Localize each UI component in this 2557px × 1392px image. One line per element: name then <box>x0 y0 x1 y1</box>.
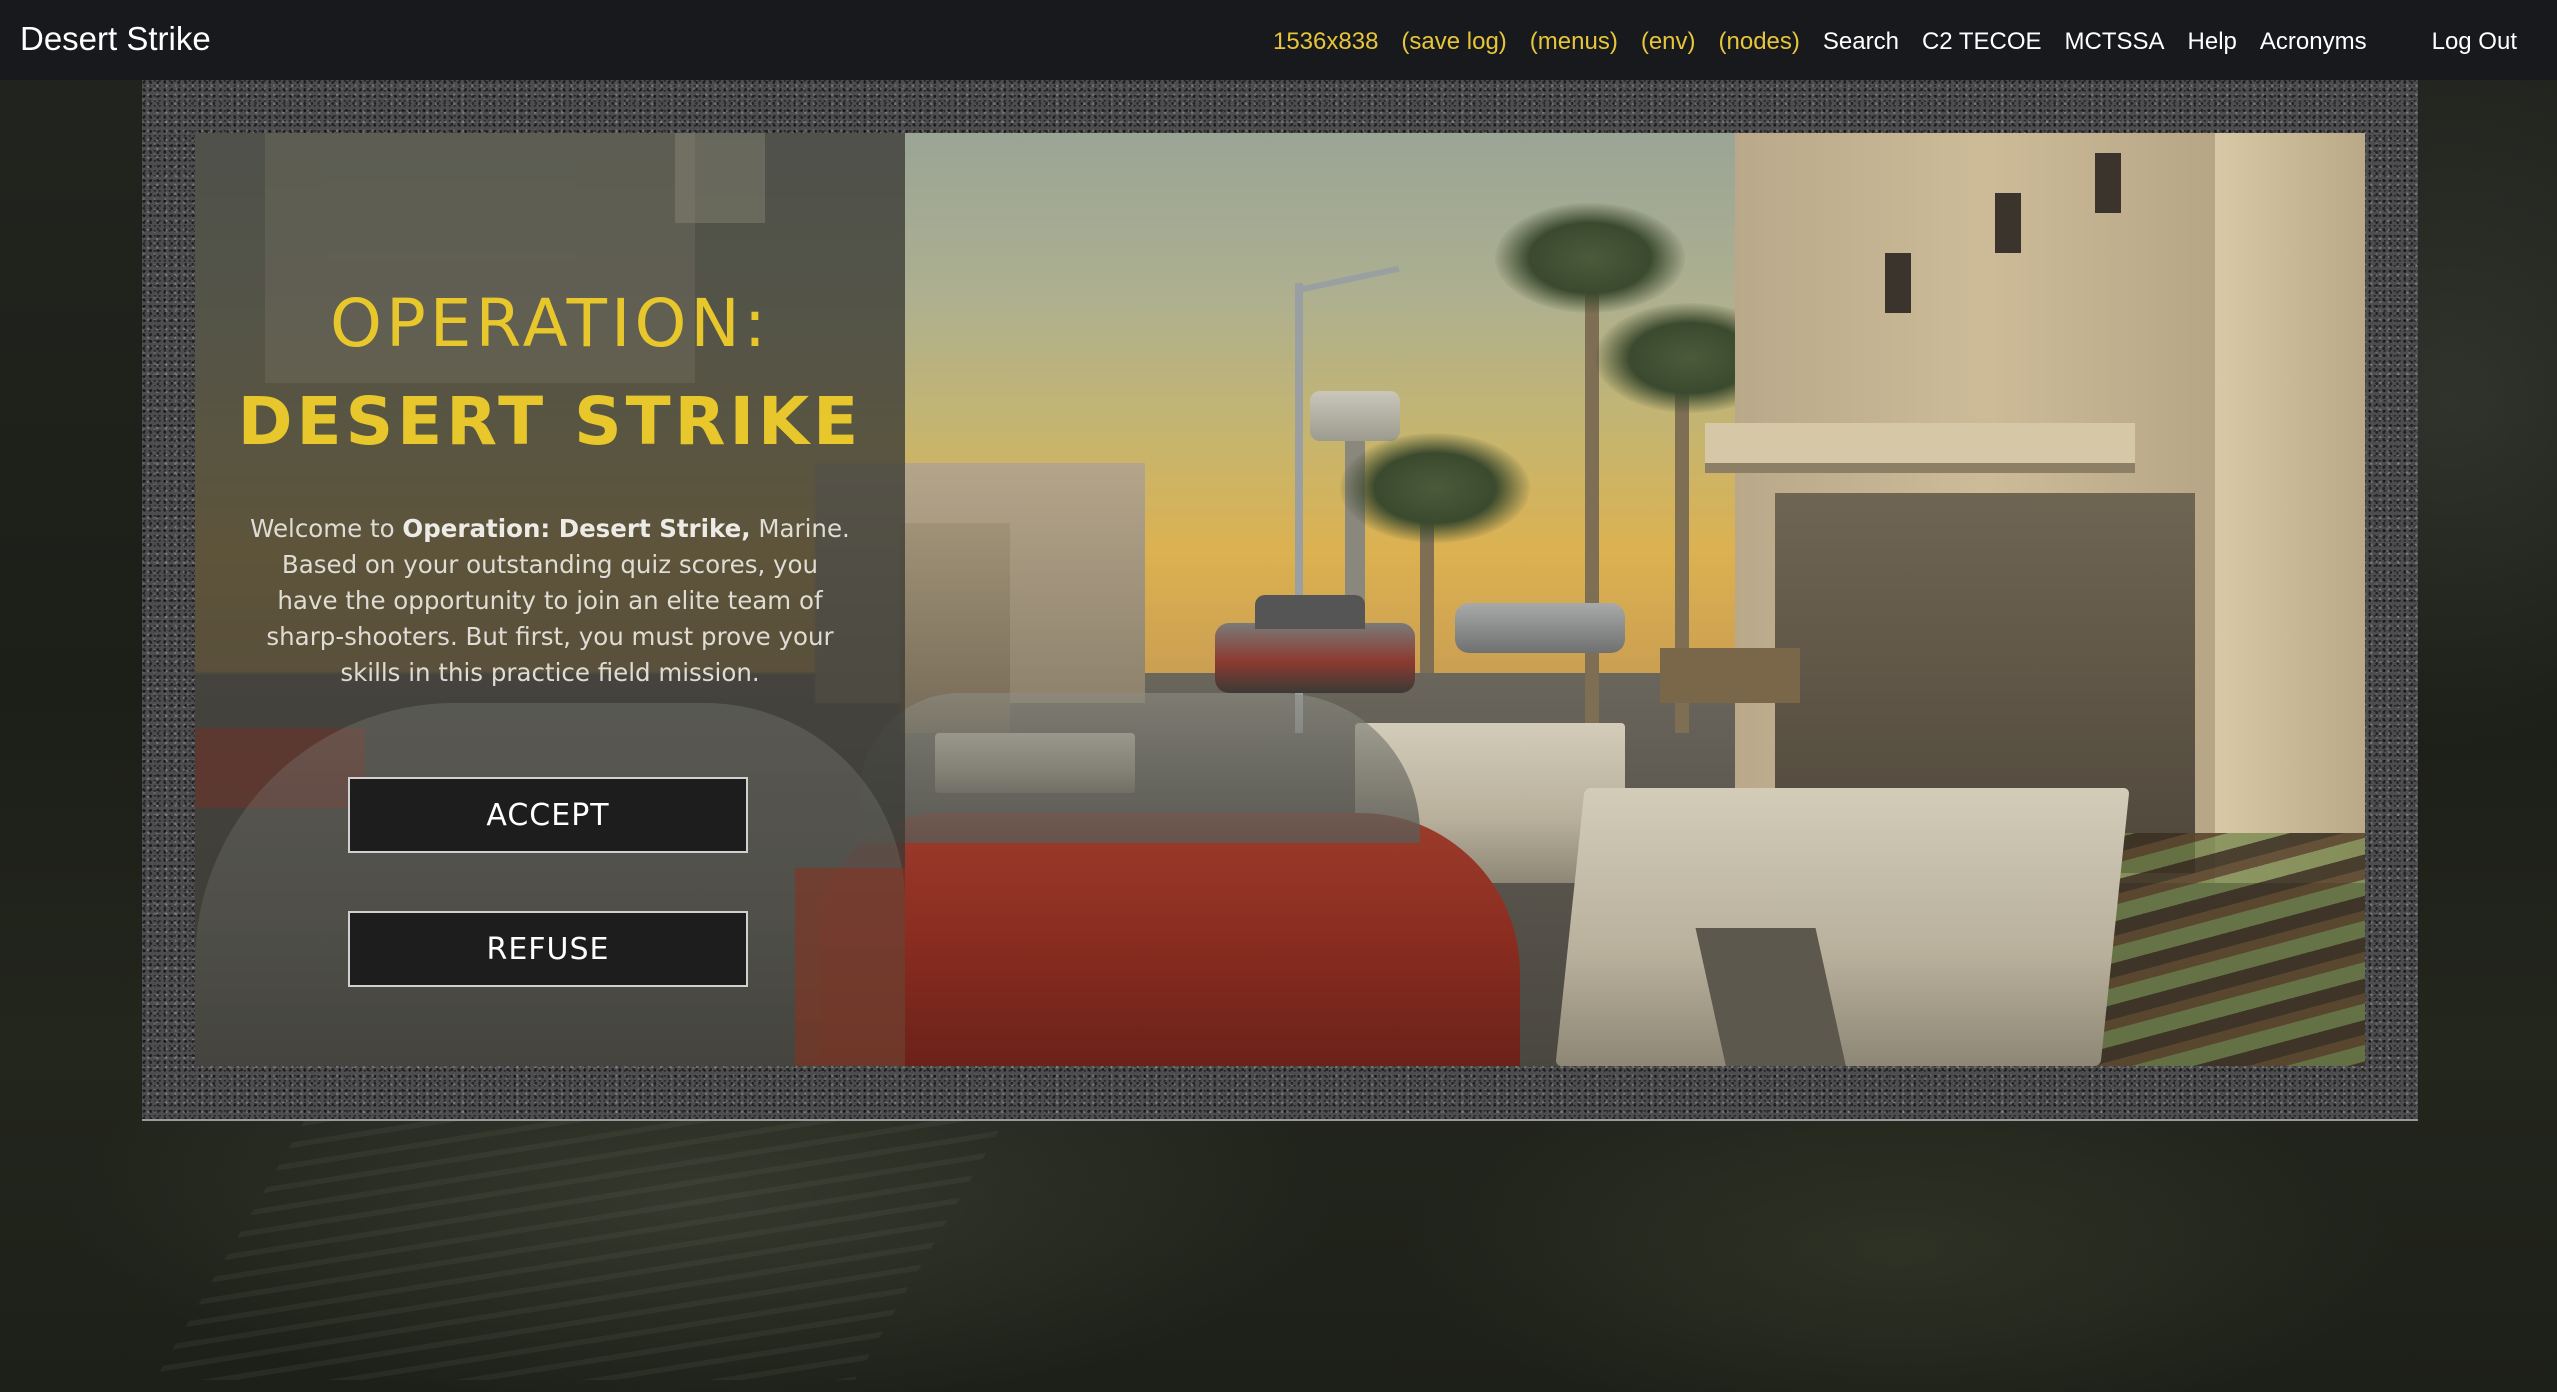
top-navigation-bar: Desert Strike 1536x838 (save log) (menus… <box>0 0 2557 80</box>
mission-briefing-panel: OPERATION: DESERT STRIKE Welcome to Oper… <box>195 133 905 1066</box>
scene-car-red <box>1215 595 1415 693</box>
nav-save-log-link[interactable]: (save log) <box>1401 28 1506 56</box>
scene-water-tower <box>1310 391 1400 441</box>
scene-barrier-cutout <box>1695 928 1849 1066</box>
nav-c2-tecoe-link[interactable]: C2 TECOE <box>1922 28 2042 56</box>
logout-link[interactable]: Log Out <box>2432 28 2517 56</box>
scene-palm-trunk <box>1585 263 1599 733</box>
scene-building-pillar <box>2215 133 2365 883</box>
panel-background-ac-unit <box>675 133 765 223</box>
app-title: Desert Strike <box>20 20 211 57</box>
scene-balcony <box>1705 423 2135 463</box>
scene-palm-crown <box>1340 433 1530 543</box>
mission-title-line-1: OPERATION: <box>330 285 770 362</box>
nav-links: 1536x838 (save log) (menus) (env) (nodes… <box>1250 28 2517 56</box>
scene-car-window <box>860 693 1420 843</box>
nav-nodes-link[interactable]: (nodes) <box>1719 28 1800 56</box>
panel-background-taillight <box>795 868 905 1066</box>
nav-mctssa-link[interactable]: MCTSSA <box>2065 28 2165 56</box>
nav-help-link[interactable]: Help <box>2188 28 2237 56</box>
background-stairs <box>154 1120 1006 1380</box>
scene-window <box>1885 253 1911 313</box>
refuse-button[interactable]: REFUSE <box>348 911 748 987</box>
intro-operation-name: Operation: Desert Strike, <box>402 514 751 543</box>
mission-title-line-2: DESERT STRIKE <box>237 383 863 460</box>
scene-palm-crown <box>1495 203 1685 313</box>
nav-env-link[interactable]: (env) <box>1641 28 1696 56</box>
nav-menus-link[interactable]: (menus) <box>1530 28 1618 56</box>
nav-resolution-link[interactable]: 1536x838 <box>1273 28 1378 56</box>
nav-search-link[interactable]: Search <box>1823 28 1899 56</box>
accept-button[interactable]: ACCEPT <box>348 777 748 853</box>
scene-car-white <box>1455 603 1625 653</box>
nav-acronyms-link[interactable]: Acronyms <box>2260 28 2367 56</box>
scene-window <box>2095 153 2121 213</box>
scene-building-right <box>1705 133 2365 883</box>
scene-car-foreground <box>820 693 1520 1066</box>
scene-cart <box>1660 648 1800 703</box>
scene-barrier-large <box>1555 788 2130 1066</box>
mission-intro-text: Welcome to Operation: Desert Strike, Mar… <box>250 511 850 691</box>
game-viewport: OPERATION: DESERT STRIKE Welcome to Oper… <box>195 133 2365 1066</box>
scene-window <box>1995 193 2021 253</box>
intro-prefix: Welcome to <box>250 514 403 543</box>
